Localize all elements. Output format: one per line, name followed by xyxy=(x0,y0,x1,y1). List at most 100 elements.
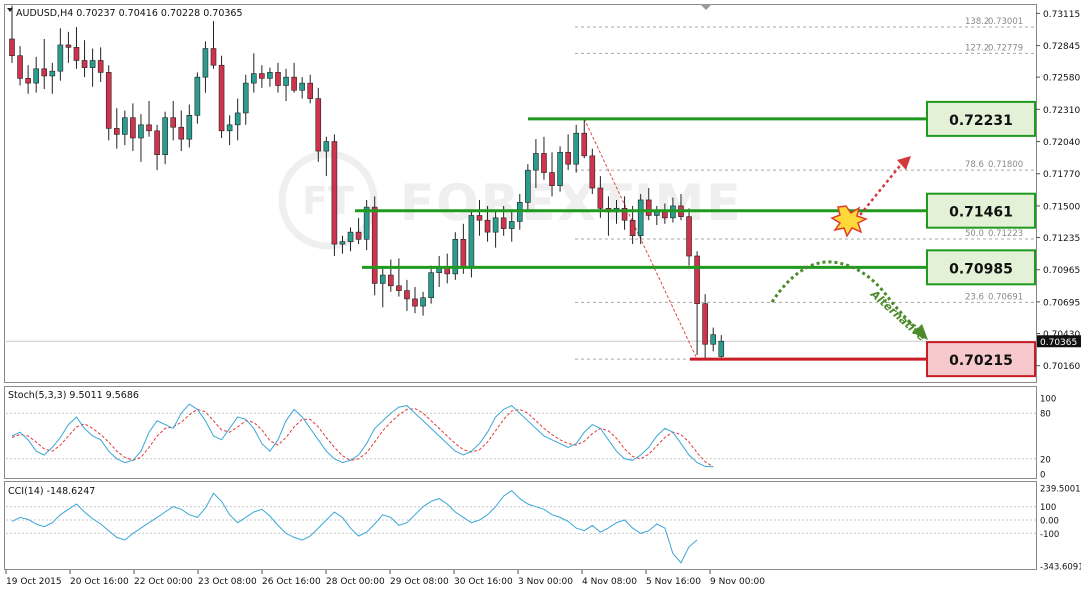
candle-body xyxy=(89,60,96,68)
cci-pane[interactable] xyxy=(4,481,1037,570)
price-tick-label: 0.70965 xyxy=(1043,266,1080,276)
candle-body xyxy=(259,73,265,79)
candle-body xyxy=(355,231,362,240)
time-tick-label: 28 Oct 00:00 xyxy=(326,577,385,587)
candle-body xyxy=(468,215,475,269)
time-tick-label: 4 Nov 08:00 xyxy=(582,577,637,587)
price-tick-label: 0.72580 xyxy=(1043,74,1080,84)
cci-title: CCI(14) -148.6247 xyxy=(8,486,95,497)
candle-body xyxy=(404,290,410,300)
candle-body xyxy=(710,334,717,345)
candle-body xyxy=(718,340,725,357)
candle-body xyxy=(65,44,72,48)
candle-body xyxy=(412,298,418,307)
time-tick-label: 30 Oct 16:00 xyxy=(454,577,513,587)
candle-body xyxy=(73,47,80,61)
stoch-title: Stoch(5,3,3) 9.5011 9.5686 xyxy=(8,390,139,401)
candle-body xyxy=(484,219,491,233)
candle-body xyxy=(122,117,128,135)
cci-tick-label: 239.5001 xyxy=(1040,485,1081,495)
candle-body xyxy=(25,78,31,84)
candle-body xyxy=(105,72,112,129)
level-label: 0.72231 xyxy=(949,113,1013,129)
level-label: 0.70985 xyxy=(949,261,1013,277)
candle-body xyxy=(396,285,402,291)
candle-body xyxy=(202,48,209,78)
fib-level-label: 138.2 xyxy=(965,17,989,27)
candle-body xyxy=(581,132,588,157)
cci-tick-label: 100 xyxy=(1040,503,1056,513)
current-price-label: 0.70365 xyxy=(1040,338,1077,348)
candle-body xyxy=(186,115,193,140)
candle-body xyxy=(315,98,322,152)
candle-body xyxy=(242,82,249,114)
stoch-tick-label: 100 xyxy=(1040,395,1056,405)
candle-body xyxy=(154,130,160,155)
stoch-tick-label: 80 xyxy=(1040,410,1051,420)
candle-body xyxy=(629,219,636,237)
fib-level-value: 0.70691 xyxy=(988,292,1023,302)
price-tick-label: 0.70160 xyxy=(1043,362,1080,372)
candle-body xyxy=(41,68,48,77)
candle-body xyxy=(113,128,120,135)
time-tick-label: 29 Oct 08:00 xyxy=(390,577,449,587)
candle-body xyxy=(234,112,241,126)
candle-body xyxy=(686,216,692,257)
candle-body xyxy=(283,76,289,86)
price-tick-label: 0.72040 xyxy=(1043,138,1080,148)
candle-body xyxy=(541,153,547,173)
cci-tick-label: -343.6091 xyxy=(1040,563,1081,573)
candle-body xyxy=(194,76,201,116)
price-tick-label: 0.73115 xyxy=(1043,10,1080,20)
candle-body xyxy=(218,64,225,132)
candle-body xyxy=(573,132,580,165)
price-tick-label: 0.71235 xyxy=(1043,234,1080,244)
candle-body xyxy=(307,82,314,99)
candle-body xyxy=(500,217,507,229)
candle-body xyxy=(323,141,330,152)
candle-body xyxy=(275,72,281,86)
time-tick-label: 19 Oct 2015 xyxy=(6,577,62,587)
candle-body xyxy=(492,217,499,233)
stoch-pane[interactable] xyxy=(4,386,1037,479)
candle-body xyxy=(331,141,338,245)
time-tick-label: 22 Oct 00:00 xyxy=(134,577,193,587)
candle-body xyxy=(49,70,56,77)
time-tick-label: 23 Oct 08:00 xyxy=(198,577,257,587)
candle-body xyxy=(597,187,604,209)
candle-body xyxy=(508,221,515,229)
candle-body xyxy=(637,199,644,237)
chart-window: FT FOREXTIME AUDUSD,H4 0.70237 0.70416 0… xyxy=(0,0,1081,591)
fib-level-label: 127.2 xyxy=(965,43,989,53)
candle-body xyxy=(549,172,555,186)
candle-body xyxy=(57,44,64,72)
time-tick-label: 26 Oct 16:00 xyxy=(262,577,321,587)
chart-canvas[interactable]: FT FOREXTIME AUDUSD,H4 0.70237 0.70416 0… xyxy=(0,0,1081,591)
candle-body xyxy=(420,297,426,307)
candle-body xyxy=(162,117,168,155)
candle-body xyxy=(210,48,217,66)
candle-body xyxy=(476,215,483,221)
candle-body xyxy=(299,82,305,91)
candle-body xyxy=(251,73,257,84)
candle-body xyxy=(525,169,531,203)
candle-body xyxy=(291,76,297,91)
candle-body xyxy=(371,206,378,284)
price-tick-label: 0.71770 xyxy=(1043,170,1080,180)
fib-level-value: 0.71223 xyxy=(988,229,1023,239)
candle-body xyxy=(694,255,700,304)
time-tick-label: 9 Nov 00:00 xyxy=(710,577,765,587)
svg-text:FT: FT xyxy=(302,179,354,223)
candle-body xyxy=(146,124,152,132)
fib-level-value: 0.71800 xyxy=(988,160,1023,170)
fib-level-label: 23.6 xyxy=(965,292,984,302)
fib-level-label: 78.6 xyxy=(965,160,984,170)
price-tick-label: 0.70695 xyxy=(1043,298,1080,308)
candle-body xyxy=(178,126,185,140)
candle-body xyxy=(379,274,386,284)
candle-body xyxy=(226,124,233,132)
candle-body xyxy=(138,124,144,139)
candle-body xyxy=(130,117,136,139)
candle-body xyxy=(460,239,467,269)
candle-body xyxy=(17,55,23,79)
